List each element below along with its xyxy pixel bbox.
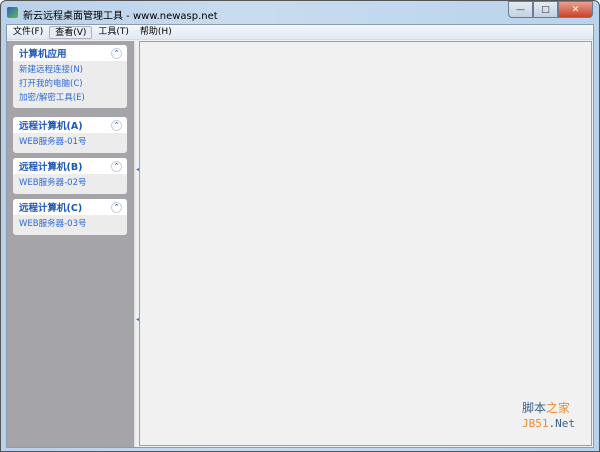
- collapse-icon[interactable]: ⌃: [111, 160, 122, 172]
- watermark-logo: 脚本之家 JB51.Net: [522, 401, 575, 430]
- maximize-button[interactable]: □: [533, 1, 558, 18]
- main-content: 脚本之家 JB51.Net: [139, 41, 592, 446]
- title-bar: 新云远程桌面管理工具 - www.newasp.net — □ ✕: [1, 1, 599, 24]
- panel-title: 远程计算机(A): [19, 121, 83, 132]
- server-link[interactable]: WEB服务器-03号: [13, 217, 127, 231]
- encrypt-tool-link[interactable]: 加密/解密工具(E): [13, 91, 127, 105]
- new-connection-link[interactable]: 新建远程连接(N): [13, 63, 127, 77]
- sidebar: 计算机应用 ⌃ 新建远程连接(N) 打开我的电脑(C) 加密/解密工具(E) 远程…: [7, 41, 134, 447]
- menu-tools[interactable]: 工具(T): [93, 26, 134, 39]
- panel-title: 远程计算机(B): [19, 162, 83, 173]
- close-button[interactable]: ✕: [558, 1, 593, 18]
- panel-remote-a: 远程计算机(A) ⌃ WEB服务器-01号: [13, 117, 127, 153]
- menu-file[interactable]: 文件(F): [8, 26, 48, 39]
- menu-help[interactable]: 帮助(H): [135, 26, 177, 39]
- panel-remote-c: 远程计算机(C) ⌃ WEB服务器-03号: [13, 199, 127, 235]
- panel-title: 远程计算机(C): [19, 203, 83, 214]
- app-window: 新云远程桌面管理工具 - www.newasp.net — □ ✕ 文件(F) …: [0, 0, 600, 452]
- menu-bar: 文件(F) 查看(V) 工具(T) 帮助(H): [7, 25, 593, 40]
- open-my-computer-link[interactable]: 打开我的电脑(C): [13, 77, 127, 91]
- collapse-icon[interactable]: ⌃: [111, 119, 122, 131]
- collapse-icon[interactable]: ⌃: [111, 201, 122, 213]
- minimize-button[interactable]: —: [508, 1, 533, 18]
- window-title: 新云远程桌面管理工具 - www.newasp.net: [23, 11, 218, 22]
- panel-title: 计算机应用: [19, 49, 67, 60]
- client-area: 文件(F) 查看(V) 工具(T) 帮助(H) 计算机应用 ⌃ 新建远程连接(N)…: [6, 24, 594, 448]
- server-link[interactable]: WEB服务器-02号: [13, 176, 127, 190]
- menu-view[interactable]: 查看(V): [49, 25, 93, 39]
- collapse-icon[interactable]: ⌃: [111, 47, 122, 59]
- server-link[interactable]: WEB服务器-01号: [13, 135, 127, 149]
- app-icon: [7, 7, 18, 18]
- panel-computer-apps: 计算机应用 ⌃ 新建远程连接(N) 打开我的电脑(C) 加密/解密工具(E): [13, 45, 127, 108]
- panel-remote-b: 远程计算机(B) ⌃ WEB服务器-02号: [13, 158, 127, 194]
